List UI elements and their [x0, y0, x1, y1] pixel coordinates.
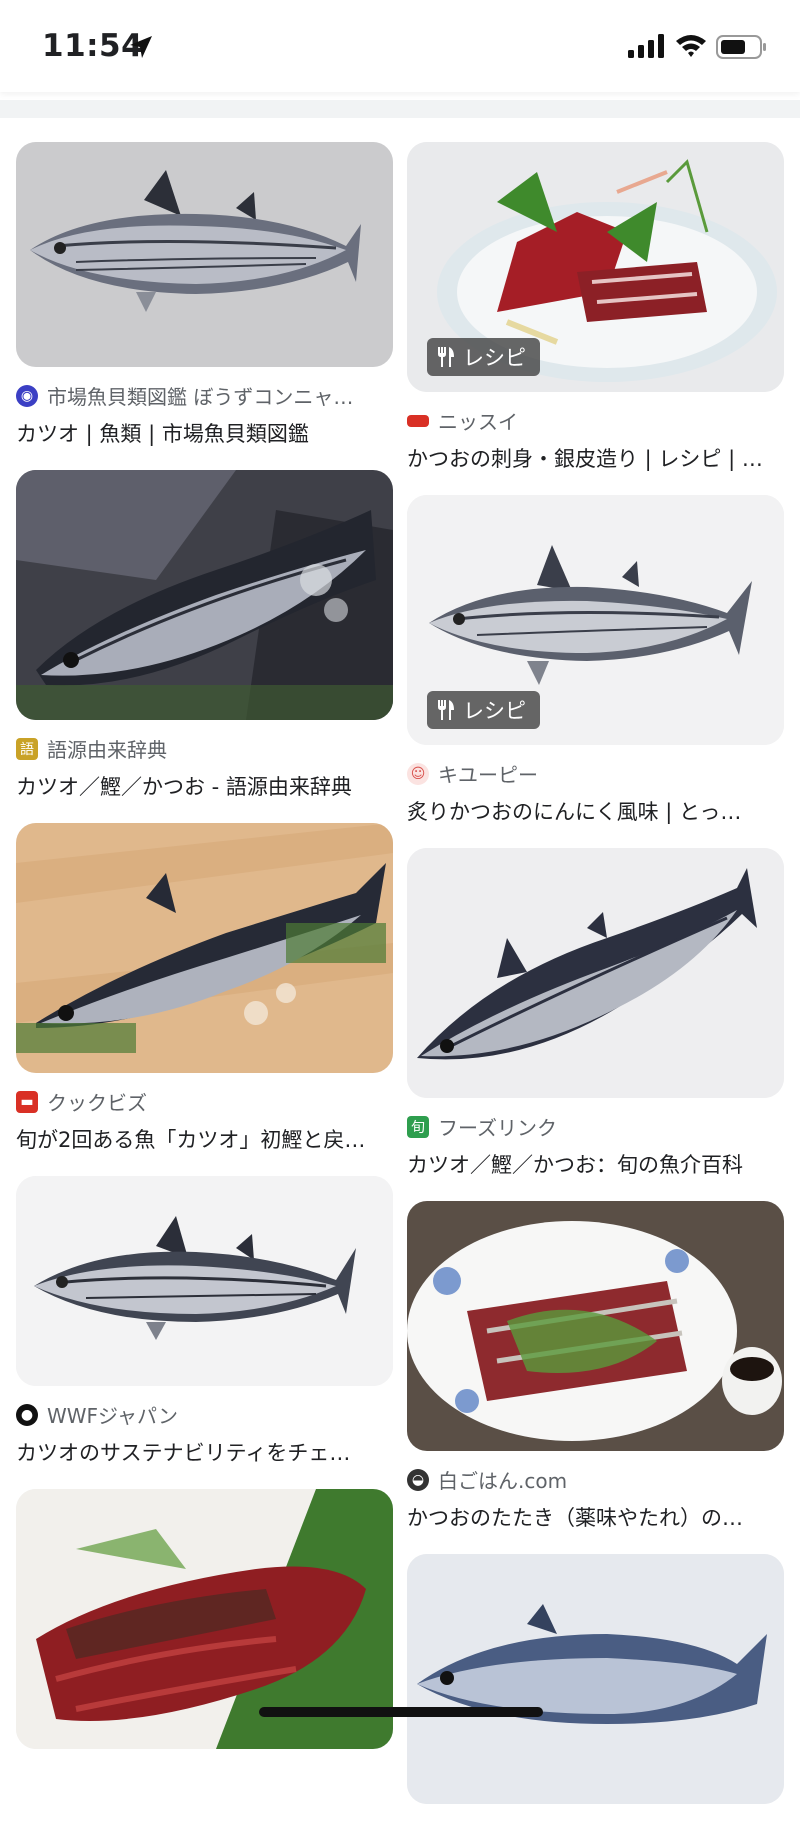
cellular-signal-icon: [628, 34, 664, 58]
result-title[interactable]: カツオ／鰹／かつお：旬の魚介百科: [407, 1149, 784, 1179]
result-title[interactable]: カツオ／鰹／かつお - 語源由来辞典: [16, 771, 393, 801]
result-image[interactable]: [407, 1554, 784, 1804]
result-source[interactable]: ニッスイ: [407, 406, 784, 435]
result-title[interactable]: カツオ | 魚類 | 市場魚貝類図鑑: [16, 418, 393, 448]
result-title[interactable]: カツオのサステナビリティをチェ…: [16, 1437, 393, 1467]
result-source[interactable]: ☺ キユーピー: [407, 759, 784, 788]
status-bar: 11:54: [0, 0, 800, 92]
source-name: キユーピー: [438, 763, 538, 787]
result-title[interactable]: かつおのたたき（薬味やたれ）の…: [407, 1502, 784, 1532]
kewpie-icon: ☺: [407, 762, 429, 785]
fish-circle-icon: ◉: [16, 384, 38, 407]
recipe-badge: レシピ: [427, 691, 540, 729]
shun-icon: 旬: [407, 1115, 429, 1138]
result-image[interactable]: レシピ: [407, 142, 784, 392]
result-card[interactable]: [407, 1554, 784, 1804]
nissui-icon: [407, 414, 429, 427]
result-source[interactable]: ◉ 市場魚貝類図鑑 ぼうずコンニャ…: [16, 381, 393, 410]
result-card[interactable]: ◉ 市場魚貝類図鑑 ぼうずコンニャ… カツオ | 魚類 | 市場魚貝類図鑑: [16, 142, 393, 448]
utensils-icon: [438, 347, 454, 367]
result-image[interactable]: [16, 823, 393, 1073]
result-title[interactable]: 炙りかつおのにんにく風味 | とっ…: [407, 796, 784, 826]
cookbiz-icon: ▬: [16, 1090, 38, 1113]
wifi-icon: [676, 35, 706, 57]
result-title[interactable]: かつおの刺身・銀皮造り | レシピ | …: [407, 443, 784, 473]
result-source[interactable]: ● WWFジャパン: [16, 1400, 393, 1429]
result-card[interactable]: レシピ ☺ キユーピー 炙りかつおのにんにく風味 | とっ…: [407, 495, 784, 826]
location-arrow-icon: [130, 36, 152, 58]
recipe-label: レシピ: [463, 346, 526, 370]
result-source[interactable]: ◒ 白ごはん.com: [407, 1465, 784, 1494]
result-card[interactable]: レシピ ニッスイ かつおの刺身・銀皮造り | レシピ | …: [407, 142, 784, 473]
result-card[interactable]: ▬ クックビズ 旬が2回ある魚「カツオ」初鰹と戻…: [16, 823, 393, 1154]
source-name: ニッスイ: [438, 410, 518, 434]
home-indicator[interactable]: [259, 1707, 543, 1717]
battery-icon: [716, 35, 766, 59]
result-source[interactable]: 語 語源由来辞典: [16, 734, 393, 763]
result-image[interactable]: [407, 848, 784, 1098]
source-name: クックビズ: [47, 1091, 147, 1115]
result-image[interactable]: [16, 470, 393, 720]
utensils-icon: [438, 700, 454, 720]
panda-icon: ●: [16, 1403, 38, 1426]
result-card[interactable]: ◒ 白ごはん.com かつおのたたき（薬味やたれ）の…: [407, 1201, 784, 1532]
result-title[interactable]: 旬が2回ある魚「カツオ」初鰹と戻…: [16, 1124, 393, 1154]
dictionary-icon: 語: [16, 737, 38, 760]
results-column-right: レシピ ニッスイ かつおの刺身・銀皮造り | レシピ | … レシピ ☺ キユー…: [407, 142, 784, 1826]
source-name: フーズリンク: [438, 1116, 557, 1140]
divider-band: [0, 100, 800, 118]
result-image[interactable]: [16, 142, 393, 367]
results-column-left: ◉ 市場魚貝類図鑑 ぼうずコンニャ… カツオ | 魚類 | 市場魚貝類図鑑 語 …: [16, 142, 393, 1771]
result-image[interactable]: [16, 1176, 393, 1386]
result-source[interactable]: 旬 フーズリンク: [407, 1112, 784, 1141]
result-image[interactable]: レシピ: [407, 495, 784, 745]
source-name: 市場魚貝類図鑑 ぼうずコンニャ…: [47, 385, 354, 409]
source-name: 語源由来辞典: [47, 738, 167, 762]
result-card[interactable]: 語 語源由来辞典 カツオ／鰹／かつお - 語源由来辞典: [16, 470, 393, 801]
result-source[interactable]: ▬ クックビズ: [16, 1087, 393, 1116]
source-name: WWFジャパン: [47, 1404, 179, 1428]
recipe-label: レシピ: [463, 699, 526, 723]
result-card[interactable]: ● WWFジャパン カツオのサステナビリティをチェ…: [16, 1176, 393, 1467]
recipe-badge: レシピ: [427, 338, 540, 376]
rice-bowl-icon: ◒: [407, 1468, 429, 1491]
result-image[interactable]: [407, 1201, 784, 1451]
source-name: 白ごはん.com: [438, 1469, 568, 1493]
result-card[interactable]: 旬 フーズリンク カツオ／鰹／かつお：旬の魚介百科: [407, 848, 784, 1179]
